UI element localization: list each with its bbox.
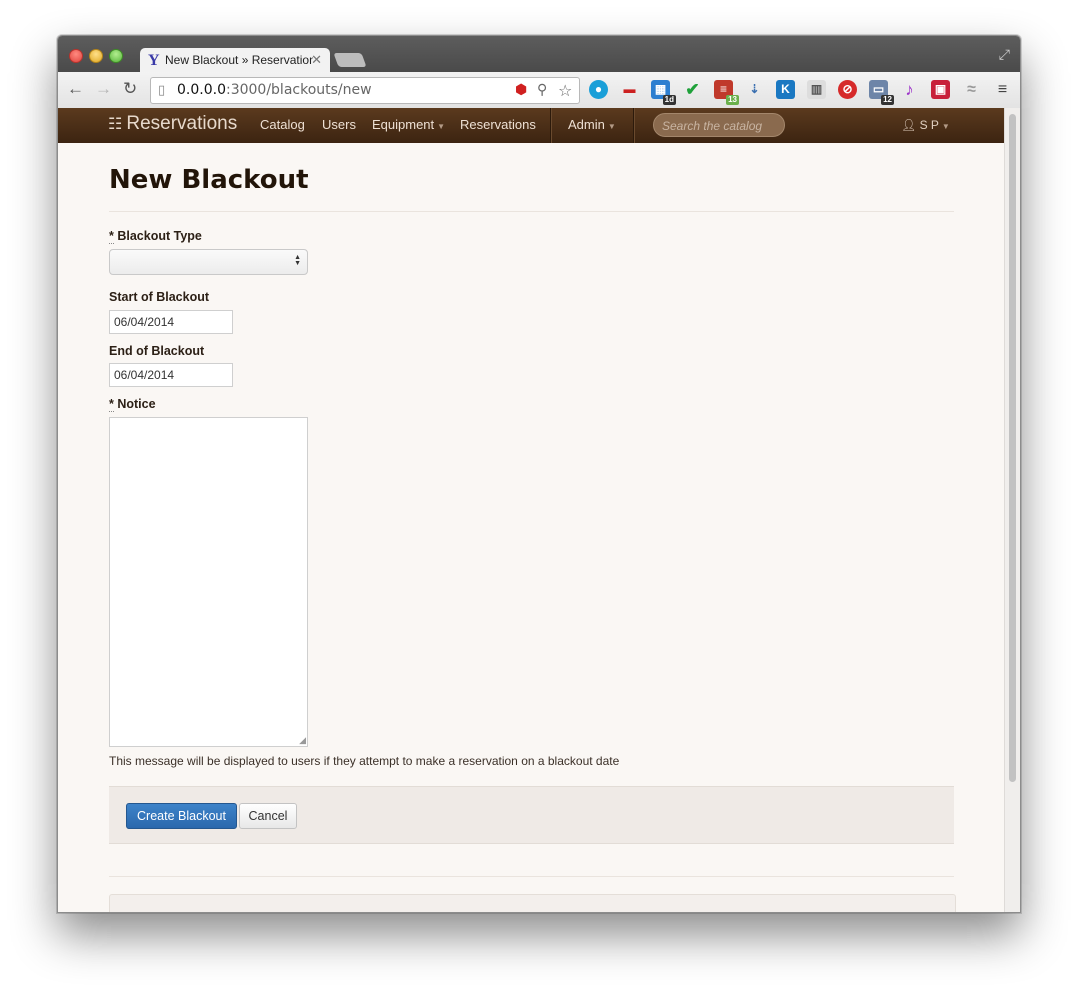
resize-grip-icon[interactable]: ◢ — [299, 735, 306, 746]
reload-icon[interactable]: ↻ — [123, 79, 137, 99]
nav-reservations[interactable]: Reservations — [460, 117, 536, 132]
nav-users[interactable]: Users — [322, 117, 356, 132]
list-extension-icon[interactable]: ≡ 13 — [714, 80, 739, 105]
page-icon: ▯ — [158, 83, 166, 98]
user-menu[interactable]: 👤︎ S P ▼ — [901, 118, 950, 132]
notice-help-text: This message will be displayed to users … — [109, 754, 620, 768]
select-arrows-icon: ▲ ▼ — [294, 254, 301, 267]
start-date-input[interactable]: 06/04/2014 — [109, 310, 233, 334]
table-icon: ☷ — [108, 116, 123, 133]
footer-well — [109, 894, 956, 912]
wave-extension-icon[interactable]: ≈ — [962, 80, 981, 99]
user-initials: S P — [919, 118, 939, 132]
address-bar[interactable]: ▯ 0.0.0.0:3000/blackouts/new ⬢ ⚲ ☆ — [150, 77, 580, 104]
caret-down-icon: ▼ — [437, 122, 446, 131]
forward-arrow-icon[interactable]: → — [95, 79, 112, 99]
blackout-type-select[interactable]: ▲ ▼ — [109, 249, 308, 275]
start-of-blackout-label: Start of Blackout — [109, 290, 210, 304]
k-extension-icon[interactable]: K — [776, 80, 795, 99]
nav-equipment[interactable]: Equipment ▼ — [372, 117, 445, 132]
url-path: :3000/blackouts/new — [225, 82, 372, 98]
music-note-icon[interactable]: ♪ — [900, 80, 919, 99]
user-icon: 👤︎ — [901, 118, 917, 132]
form-actions: Create Blackout Cancel — [109, 786, 954, 844]
footer-divider — [109, 876, 954, 877]
required-marker: * — [109, 229, 114, 244]
app-navbar: ☷ Reservations Catalog Users Equipment ▼ R… — [58, 108, 1004, 143]
blackout-type-label: * Blackout Type — [109, 229, 202, 244]
browser-tab[interactable]: Y New Blackout » Reservation ✕ — [140, 48, 330, 72]
tab-strip: Y New Blackout » Reservation ✕ ⤢ — [58, 36, 1020, 72]
sofa-extension-icon[interactable]: ▬ — [620, 80, 639, 99]
bookmark-star-icon[interactable]: ☆ — [558, 78, 572, 103]
eye-extension-icon[interactable]: ● — [589, 80, 608, 99]
page-title: New Blackout — [109, 165, 309, 195]
notice-label: * Notice — [109, 397, 156, 412]
required-marker: * — [109, 397, 114, 412]
create-blackout-button[interactable]: Create Blackout — [126, 803, 237, 829]
minimize-window-button[interactable] — [89, 49, 103, 63]
nav-catalog[interactable]: Catalog — [260, 117, 305, 132]
back-arrow-icon[interactable]: ← — [67, 79, 84, 99]
yahoo-favicon-icon: Y — [148, 52, 160, 69]
tv-extension-icon[interactable]: ▣ — [931, 80, 950, 99]
scrollbar-thumb[interactable] — [1009, 114, 1016, 782]
tab-close-icon[interactable]: ✕ — [311, 48, 322, 72]
brand-label: Reservations — [126, 113, 238, 134]
checkmark-extension-icon[interactable]: ✔ — [683, 80, 702, 99]
caret-down-icon: ▼ — [941, 122, 950, 131]
lips-extension-icon[interactable]: ⬢ — [515, 78, 527, 103]
blackout-type-label-text: Blackout Type — [117, 229, 202, 243]
end-of-blackout-label: End of Blackout — [109, 344, 205, 358]
end-date-input[interactable]: 06/04/2014 — [109, 363, 233, 387]
catalog-search-input[interactable]: Search the catalog — [653, 113, 785, 137]
stop-extension-icon[interactable]: ⊘ — [838, 80, 857, 99]
browser-toolbar: ← → ↻ ▯ 0.0.0.0:3000/blackouts/new ⬢ ⚲ ☆… — [58, 72, 1020, 109]
tab-title: New Blackout » Reservation — [165, 53, 313, 67]
new-tab-button[interactable] — [333, 53, 367, 67]
cancel-button[interactable]: Cancel — [239, 803, 297, 829]
nav-divider — [633, 108, 634, 143]
book-extension-icon[interactable]: ▥ — [807, 80, 826, 99]
browser-window: Y New Blackout » Reservation ✕ ⤢ ← → ↻ ▯… — [57, 35, 1021, 913]
page-scrollbar[interactable] — [1004, 108, 1020, 912]
window-extension-icon[interactable]: ▭ 12 — [869, 80, 894, 105]
window-badge: 12 — [881, 95, 894, 105]
fullscreen-icon[interactable]: ⤢ — [999, 46, 1010, 63]
nav-admin-label: Admin — [568, 117, 605, 132]
calendar-badge: 1d — [662, 95, 676, 105]
notice-label-text: Notice — [117, 397, 156, 411]
maximize-window-button[interactable] — [109, 49, 123, 63]
brand-link[interactable]: ☷ Reservations — [108, 113, 237, 135]
menu-icon[interactable]: ≡ — [993, 80, 1012, 99]
calendar-extension-icon[interactable]: ▦ 1d — [651, 80, 676, 105]
zoom-icon[interactable]: ⚲ — [537, 78, 547, 103]
download-extension-icon[interactable]: ⇣ — [745, 80, 764, 99]
nav-divider — [550, 108, 551, 143]
close-window-button[interactable] — [69, 49, 83, 63]
caret-down-icon: ▼ — [607, 122, 616, 131]
nav-equipment-label: Equipment — [372, 117, 435, 132]
title-divider — [109, 211, 954, 212]
nav-admin[interactable]: Admin ▼ — [568, 117, 616, 132]
notice-textarea[interactable]: ◢ — [109, 417, 308, 747]
url-host: 0.0.0.0 — [177, 82, 226, 98]
list-badge: 13 — [726, 95, 739, 105]
